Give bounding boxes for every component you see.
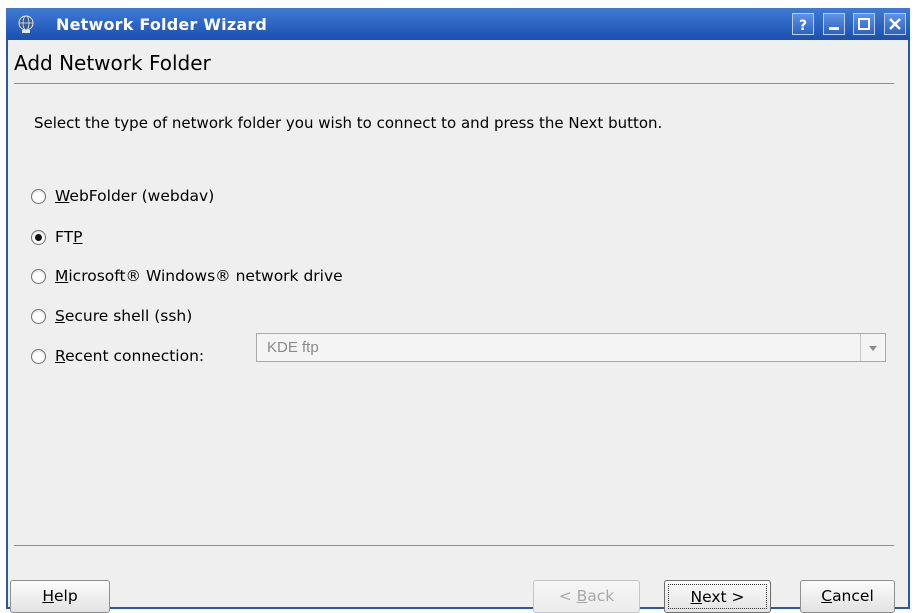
windows-drive-label[interactable]: Microsoft® Windows® network drive <box>55 267 343 285</box>
minimize-icon[interactable] <box>822 13 845 35</box>
webfolder-label[interactable]: WebFolder (webdav) <box>55 187 214 205</box>
option-ssh[interactable]: Secure shell (ssh) <box>31 304 192 328</box>
maximize-icon[interactable] <box>853 13 876 35</box>
recent-connection-label[interactable]: Recent connection: <box>55 347 204 365</box>
option-webfolder[interactable]: WebFolder (webdav) <box>31 184 214 208</box>
close-icon[interactable] <box>884 13 906 35</box>
recent-connection-radio[interactable] <box>31 348 46 364</box>
cancel-button[interactable]: Cancel <box>800 580 895 613</box>
option-recent-connection[interactable]: Recent connection: <box>31 344 204 368</box>
ssh-label[interactable]: Secure shell (ssh) <box>55 307 192 325</box>
help-icon[interactable]: ? <box>792 13 815 35</box>
page-title: Add Network Folder <box>14 51 211 75</box>
instruction-text: Select the type of network folder you wi… <box>34 114 663 132</box>
recent-connection-combo[interactable]: KDE ftp <box>256 333 886 362</box>
next-focus-ring: Next > <box>668 584 767 609</box>
option-ftp[interactable]: FTP <box>31 225 82 249</box>
window-title: Network Folder Wizard <box>56 15 268 34</box>
ftp-radio[interactable] <box>31 229 46 245</box>
title-divider <box>14 83 894 84</box>
window-controls: ? <box>789 13 906 35</box>
button-divider <box>14 545 894 546</box>
recent-connection-value: KDE ftp <box>267 339 319 356</box>
title-bar[interactable]: Network Folder Wizard ? <box>6 8 910 40</box>
chevron-down-icon[interactable] <box>860 334 885 361</box>
webfolder-radio[interactable] <box>31 188 46 204</box>
ssh-radio[interactable] <box>31 308 46 324</box>
help-button[interactable]: Help <box>10 580 110 613</box>
back-button[interactable]: < Back <box>533 580 640 613</box>
next-button[interactable]: Next > <box>664 580 771 613</box>
windows-drive-radio[interactable] <box>31 268 46 284</box>
ftp-label[interactable]: FTP <box>55 228 82 246</box>
option-windows-drive[interactable]: Microsoft® Windows® network drive <box>31 264 343 288</box>
svg-text:?: ? <box>799 18 807 34</box>
network-globe-icon[interactable] <box>16 14 36 34</box>
